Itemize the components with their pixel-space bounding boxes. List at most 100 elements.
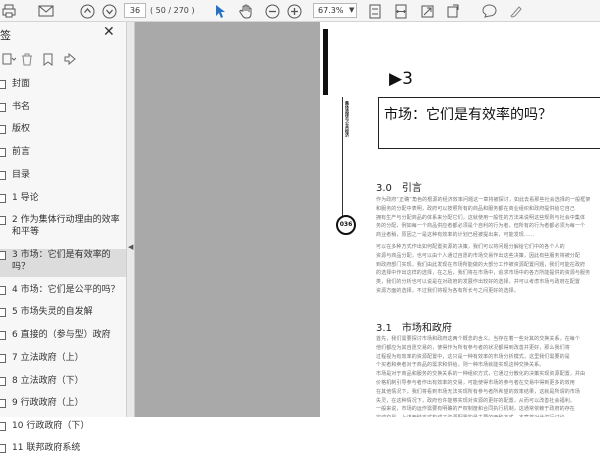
bookmark-icon: [0, 331, 6, 340]
bookmark-item[interactable]: 3 市场：它们是有效率的吗？: [0, 249, 126, 277]
chevron-down-icon[interactable]: ▼: [349, 3, 354, 18]
bookmark-label: 5 市场失灵的自发解: [12, 307, 93, 317]
collapse-arrow-icon[interactable]: ◀: [128, 243, 133, 251]
bookmark-label: 目录: [12, 170, 31, 180]
fit-width-icon[interactable]: [394, 3, 408, 19]
bookmarks-panel-title: 签: [0, 29, 11, 42]
bookmark-label: 11 联邦政府系统: [12, 443, 81, 453]
text-line: 市场是对于商品和服务的交换关系的一种组织方式，它通过分散化的决策实现资源配置，并…: [376, 371, 586, 378]
delete-icon[interactable]: [21, 51, 33, 67]
bookmark-icon: [0, 377, 6, 386]
text-line: 个买者和卖者对于商品的需求和供给，则一种市场就能实现这种交换关系。: [376, 362, 545, 369]
text-line: 拥有生产与分配商品的体系来分配它们，这就使用一般性的方法来说明这些规则与社会中集…: [376, 214, 586, 221]
full-screen-icon[interactable]: [420, 3, 434, 19]
bookmark-icon: [0, 422, 6, 431]
bookmark-item[interactable]: 前言: [0, 146, 126, 160]
bookmark-icon: [0, 80, 6, 89]
section-heading: 3.1 市场和政府: [376, 323, 452, 334]
fit-page-icon[interactable]: [368, 3, 382, 19]
text-line: 首先，我们需要探讨市场和政府这两个概念的含义。当存在着一些对其的交换关系，在每个: [376, 336, 581, 342]
bookmark-icon: [0, 103, 6, 112]
text-line: 在其他情况下，我们将看到市场无法实现所有参与者所希望的效率结果，这就是所谓的市场: [376, 388, 581, 395]
close-icon[interactable]: ✕: [103, 24, 115, 40]
highlight-icon[interactable]: [506, 3, 524, 19]
document-background: [135, 22, 320, 417]
text-line: 过程视为有效率的资源配置中，这只是一种有效率的市场分析模式，这里我们需要的是: [376, 353, 570, 360]
bookmark-item[interactable]: 9 行政政府（上）: [0, 397, 126, 411]
bookmark-icon: [0, 216, 6, 225]
email-icon[interactable]: [37, 3, 55, 19]
chapter-title: 市场：它们是有效率的吗？: [384, 107, 552, 123]
bookmark-label: 7 立法政府（上）: [12, 353, 84, 363]
paragraph-2: 可以在多种方式作出如何配置资源的决策，我们可以将问题分解给它们中的各个人的资源与…: [376, 243, 600, 296]
panel-splitter[interactable]: ◀: [127, 22, 135, 417]
bookmark-item[interactable]: 封面: [0, 78, 126, 92]
text-line: 资源方面的选择，不过我们将视为各有所长与之间更好的选择。: [376, 287, 519, 294]
bookmark-item[interactable]: 7 立法政府（上）: [0, 352, 126, 366]
comment-icon[interactable]: [480, 3, 498, 19]
chapter-number: ▶3: [389, 69, 413, 89]
text-line: 价格机制引导参与者作出有效率的交易，可能使得市场的参与者在交易中得到更多的效用: [376, 379, 575, 386]
bookmark-item[interactable]: 1 导论: [0, 192, 126, 206]
text-line: 和服务的分配中表明，政府可以按照所有的商品和服务都在商业组织和政府提供给它自己: [376, 205, 575, 212]
bookmark-icon: [0, 354, 6, 363]
paragraph-3: 首先，我们需要探讨市场和政府这两个概念的含义。当存在着一些对其的交换关系，在每个…: [376, 335, 600, 417]
zoom-out-icon[interactable]: [263, 3, 281, 19]
hand-tool-icon[interactable]: [237, 3, 255, 19]
bookmark-icon: [0, 308, 6, 317]
bookmark-options-icon[interactable]: [2, 51, 16, 67]
text-line: 到政府部门实现，我们由此发现在市场所能做的大部分工作被资源配置问题，我们可能在政…: [376, 261, 586, 268]
new-bookmark-icon[interactable]: [42, 51, 54, 67]
page-number-input[interactable]: 36: [124, 3, 146, 18]
text-line: 失灵，在这种情况下，政府也许能够实现对资源的更好的配置，从而可以改善社会福利。: [376, 397, 575, 404]
bookmark-label: 10 行政政府（下）: [12, 421, 90, 431]
text-line: 资源与商品分配，也可以由个人通过自愿的市场交易作出这些决策，因此有些服务将被分配: [376, 252, 581, 259]
bookmark-icon: [0, 194, 6, 203]
text-line: 的选择中作出这样的选择，在之后，我们将在市场中，追求市场中的各方所能提供的资源与…: [376, 270, 591, 277]
bookmark-label: 4 市场：它们是公平的吗？: [12, 285, 120, 295]
bookmark-label: 2 作为集体行动理由的效率和平等: [12, 215, 120, 237]
bookmark-label: 9 行政政府（上）: [12, 398, 84, 408]
bookmark-item[interactable]: 6 直接的（参与型）政府: [0, 329, 126, 343]
bookmark-item[interactable]: 2 作为集体行动理由的效率和平等: [0, 214, 126, 242]
bookmark-item[interactable]: 10 行政政府（下）: [0, 420, 126, 434]
bookmark-label: 版权: [12, 124, 31, 134]
chapter-bar: [323, 29, 328, 95]
bookmark-icon: [0, 148, 6, 157]
bookmark-item[interactable]: 5 市场失灵的自发解: [0, 306, 126, 320]
text-line: 务的分配，例如每一个商品供应者都必须是个自利的行为者，但所有的行为者都必须为每一…: [376, 223, 586, 230]
bookmark-icon: [0, 171, 6, 180]
rotate-icon[interactable]: [446, 3, 460, 19]
bookmark-icon: [0, 125, 6, 134]
bookmark-icon: [0, 399, 6, 408]
bookmark-label: 封面: [12, 79, 31, 89]
bookmark-label: 书名: [12, 102, 31, 112]
bookmark-item[interactable]: 11 联邦政府系统: [0, 442, 126, 456]
bookmarks-panel: 签 ✕ 封面书名版权前言目录 1 导论 2 作为集体行动理由的效率和平等 3 市场：它…: [0, 22, 127, 453]
text-line: 一般来说，市场的运作需要有明确的产权制度和合同执行机制，这通常依赖于政府的存在: [376, 406, 575, 413]
text-line: 类，我们的分析也可以说是在对政府的发展作出较好的选择，并可以考虑市场与政府在配置: [376, 279, 581, 286]
bookmark-icon: [0, 251, 6, 260]
page-number-badge: 036: [336, 215, 356, 235]
expand-bookmark-icon[interactable]: [63, 51, 77, 67]
main-toolbar: 36 ( 50 / 270 ) 67.3% ▼: [0, 0, 600, 22]
bookmark-label: 3 市场：它们是有效率的吗？: [12, 250, 111, 272]
bookmark-label: 前言: [12, 147, 31, 157]
document-page: 集体选择与公共经济 036 ▶3 市场：它们是有效率的吗？ 3.0 引言 作为政…: [320, 22, 600, 417]
select-cursor-icon[interactable]: [212, 3, 228, 19]
zoom-in-icon[interactable]: [285, 3, 303, 19]
bookmark-item[interactable]: 目录: [0, 169, 126, 183]
bookmark-item[interactable]: 书名: [0, 101, 126, 115]
bookmark-label: 8 立法政府（下）: [12, 376, 84, 386]
bookmark-icon: [0, 444, 6, 453]
paragraph-1: 作为政府“正确”角色的根源的经济效率问题这一章将被探讨，如此去看那些社会选择的一…: [376, 196, 600, 240]
text-line: 可以在多种方式作出如何配置资源的决策，我们可以将问题分解给它们中的各个人的: [376, 244, 565, 250]
text-line: 作为政府“正确”角色的根源的经济效率问题这一章将被探讨，如此去看那些社会选择的一…: [376, 197, 591, 203]
prev-page-icon[interactable]: [78, 3, 96, 19]
bookmark-item[interactable]: 8 立法政府（下）: [0, 375, 126, 389]
bookmark-item[interactable]: 版权: [0, 123, 126, 137]
next-page-icon[interactable]: [100, 3, 118, 19]
bookmark-label: 6 直接的（参与型）政府: [12, 330, 111, 340]
print-icon[interactable]: [0, 3, 18, 19]
text-line: 他们都应为其自愿交易的，使得作为所有参与者的状况都得到改善并更好，那么我们将: [376, 344, 570, 351]
